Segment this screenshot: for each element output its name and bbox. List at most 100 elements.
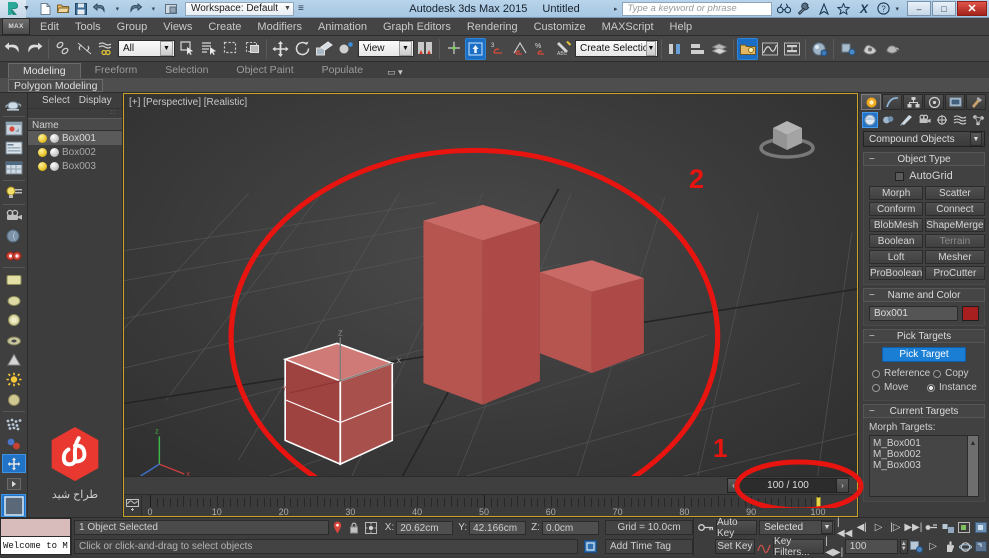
- torus-primitive-icon[interactable]: [2, 330, 26, 349]
- utilities-tab[interactable]: [966, 94, 986, 110]
- angle-snap-toggle-icon[interactable]: 3: [487, 38, 508, 60]
- light-lister-icon[interactable]: [2, 183, 26, 202]
- menu-item-edit[interactable]: Edit: [32, 18, 67, 36]
- undo-scene-icon[interactable]: [2, 38, 23, 60]
- perspective-viewport[interactable]: Z X Y z x [+] [Perspective] [Realistic] …: [124, 94, 857, 476]
- wrench-icon[interactable]: [795, 1, 812, 17]
- window-crossing-toggle-icon[interactable]: [242, 38, 263, 60]
- cameras-icon[interactable]: [916, 112, 932, 128]
- light-bulb-icon[interactable]: [38, 161, 47, 171]
- expand-panel-icon[interactable]: [2, 474, 26, 493]
- proboolean-button[interactable]: ProBoolean: [869, 266, 924, 280]
- set-key-button[interactable]: Set Key: [715, 539, 755, 554]
- menu-item-maxscript[interactable]: MAXScript: [594, 18, 662, 36]
- maximize-button[interactable]: □: [932, 1, 956, 16]
- select-and-move-icon[interactable]: [270, 38, 291, 60]
- curve-editor-icon[interactable]: [759, 38, 780, 60]
- key-filters-button[interactable]: Key Filters...: [773, 536, 824, 558]
- teapot-icon[interactable]: [2, 95, 26, 114]
- next-frame-icon[interactable]: |▷: [888, 520, 903, 536]
- camera-icon[interactable]: [2, 206, 26, 225]
- autogrid-row[interactable]: AutoGrid: [869, 170, 979, 182]
- blobmesh-button[interactable]: BlobMesh: [869, 218, 924, 232]
- toggle-scene-explorer-icon[interactable]: [737, 37, 758, 60]
- key-filters-curve-icon[interactable]: [757, 539, 771, 555]
- render-production-icon[interactable]: [881, 38, 902, 60]
- time-configuration-icon[interactable]: [910, 539, 924, 555]
- save-icon[interactable]: [74, 1, 89, 16]
- table-view-icon[interactable]: [2, 159, 26, 178]
- x-icon[interactable]: X: [855, 1, 872, 17]
- auto-key-button[interactable]: Auto Key: [716, 517, 758, 539]
- select-and-manipulate-icon[interactable]: [443, 38, 464, 60]
- select-and-place-icon[interactable]: [336, 38, 357, 60]
- go-to-frame-icon[interactable]: |◀▶|: [825, 536, 843, 558]
- menu-item-create[interactable]: Create: [200, 18, 249, 36]
- frame-spinner[interactable]: ▲ ▼: [899, 539, 908, 554]
- menu-item-help[interactable]: Help: [662, 18, 701, 36]
- menu-item-rendering[interactable]: Rendering: [459, 18, 526, 36]
- collapse-icon[interactable]: −: [869, 406, 875, 417]
- render-preview-icon[interactable]: [2, 119, 26, 138]
- instance-radio-item[interactable]: Instance: [924, 382, 979, 393]
- search-expand-icon[interactable]: ▸: [614, 5, 618, 13]
- object-type-header[interactable]: − Object Type: [863, 152, 985, 166]
- move-radio[interactable]: [872, 383, 880, 392]
- sphere-primitive-icon[interactable]: [2, 290, 26, 309]
- reference-radio-item[interactable]: Reference: [869, 368, 930, 379]
- ribbon-tab-freeform[interactable]: Freeform: [81, 63, 152, 78]
- light-bulb-icon[interactable]: [38, 133, 47, 143]
- lock-icon[interactable]: [346, 519, 363, 536]
- maximize-viewport-icon[interactable]: [975, 539, 989, 555]
- conform-button[interactable]: Conform: [869, 202, 924, 216]
- display-tab[interactable]: [945, 94, 965, 110]
- scatter-button[interactable]: Scatter: [925, 186, 985, 200]
- new-icon[interactable]: [38, 1, 53, 16]
- helpers-icon[interactable]: [934, 112, 950, 128]
- redo-dropdown-icon[interactable]: ▾: [146, 1, 161, 16]
- key-mode-combo[interactable]: Selected ▼: [759, 520, 835, 535]
- open-mini-curve-editor-icon[interactable]: [124, 495, 142, 516]
- workspace-selector[interactable]: Workspace: Default ▼: [184, 1, 294, 16]
- current-targets-header[interactable]: − Current Targets: [863, 404, 985, 418]
- selection-filter-combo[interactable]: All ▼: [118, 40, 175, 57]
- select-and-scale-icon[interactable]: [314, 38, 335, 60]
- z-coordinate-input[interactable]: 0.0cm: [542, 520, 599, 535]
- object-color-swatch[interactable]: [962, 306, 979, 321]
- environment-icon[interactable]: [2, 226, 26, 245]
- collapse-icon[interactable]: −: [869, 290, 875, 301]
- compass-icon[interactable]: [815, 1, 832, 17]
- adaptive-degradation-icon[interactable]: [582, 538, 599, 555]
- pin-stack-icon[interactable]: [329, 519, 346, 536]
- rectangular-selection-region-icon[interactable]: [220, 38, 241, 60]
- menu-item-tools[interactable]: Tools: [67, 18, 109, 36]
- box-primitive-icon[interactable]: [2, 270, 26, 289]
- pan-icon[interactable]: [942, 539, 956, 555]
- hierarchy-tab[interactable]: [903, 94, 923, 110]
- ribbon-tab-selection[interactable]: Selection: [151, 63, 222, 78]
- helper-object-icon[interactable]: [1, 454, 26, 474]
- time-slider[interactable]: ‹ 100 / 100 ›: [727, 478, 849, 493]
- move-radio-item[interactable]: Move: [869, 382, 924, 393]
- morph-target-item[interactable]: M_Box002: [873, 449, 975, 460]
- pick-target-button[interactable]: Pick Target: [882, 347, 966, 362]
- binoculars-icon[interactable]: [775, 1, 792, 17]
- key-toggle-icon[interactable]: [698, 520, 714, 536]
- copy-radio[interactable]: [933, 369, 942, 378]
- zoom-icon[interactable]: [941, 520, 956, 536]
- percent-snap-toggle-icon[interactable]: [509, 38, 530, 60]
- particle-system-icon[interactable]: [2, 414, 26, 433]
- pick-targets-header[interactable]: − Pick Targets: [863, 329, 985, 343]
- morph-targets-scrollbar[interactable]: ▲: [967, 436, 978, 496]
- previous-frame-icon[interactable]: ◀|: [854, 520, 869, 536]
- project-folder-icon[interactable]: [164, 1, 179, 16]
- viewport-label[interactable]: [+] [Perspective] [Realistic]: [129, 97, 247, 108]
- zoom-all-icon[interactable]: [957, 520, 972, 536]
- collapse-icon[interactable]: −: [869, 154, 875, 165]
- menu-item-modifiers[interactable]: Modifiers: [249, 18, 310, 36]
- scene-explorer-row-box003[interactable]: Box003: [28, 159, 122, 173]
- procutter-button[interactable]: ProCutter: [925, 266, 985, 280]
- morph-target-item[interactable]: M_Box001: [873, 438, 975, 449]
- absolute-relative-transform-icon[interactable]: [363, 519, 380, 536]
- viewport-canvas[interactable]: Z X Y z x: [124, 94, 857, 476]
